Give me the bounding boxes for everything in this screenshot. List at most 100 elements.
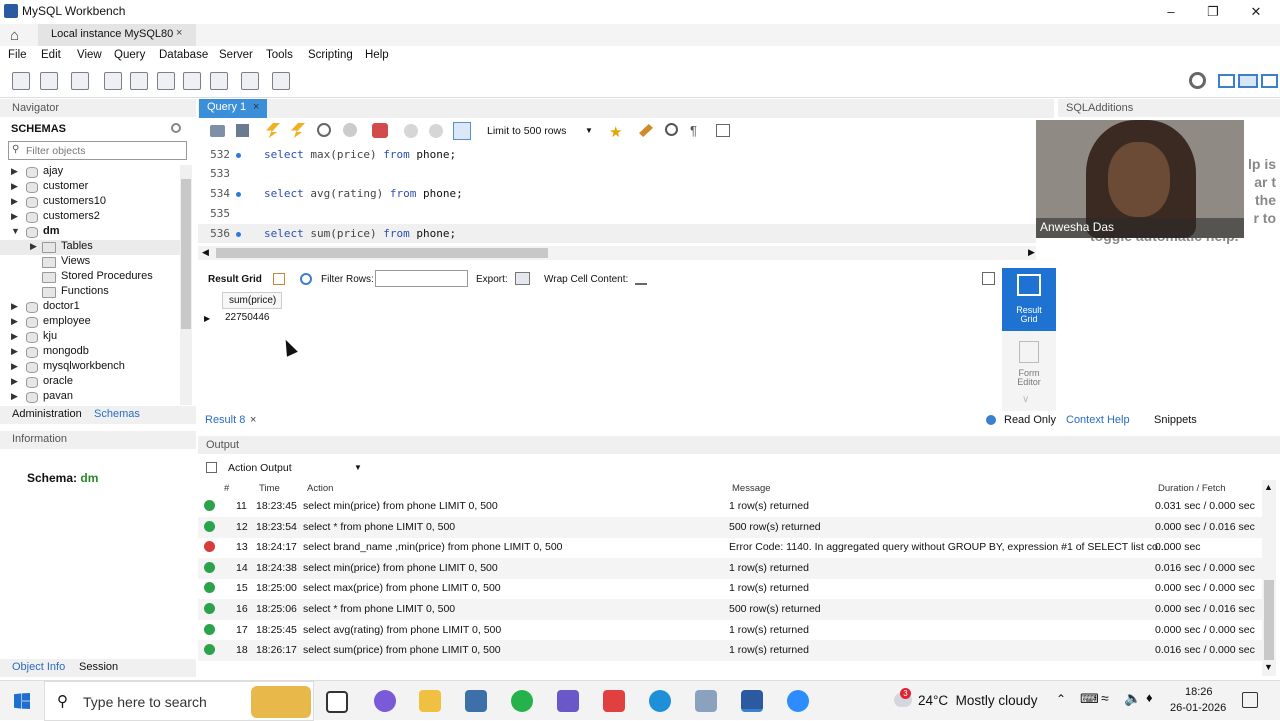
toggle-sidebar-icon[interactable] xyxy=(1218,74,1235,88)
expand-arrow-icon[interactable]: ▶ xyxy=(30,241,37,252)
refresh-icon[interactable] xyxy=(300,273,312,285)
task-view-icon[interactable] xyxy=(326,691,348,713)
execute-icon[interactable] xyxy=(266,123,280,138)
create-view-icon[interactable] xyxy=(157,72,175,90)
workbench-active-icon[interactable] xyxy=(741,690,763,712)
result-grid-button[interactable]: Result Grid xyxy=(1002,268,1056,331)
tab-session[interactable]: Session xyxy=(79,661,118,673)
schema-mongodb[interactable]: ▶ mongodb xyxy=(0,345,180,360)
filter-objects-field[interactable]: ⚲ Filter objects xyxy=(8,141,187,160)
column-header[interactable]: sum(price) xyxy=(222,292,282,309)
menu-edit[interactable]: Edit xyxy=(41,49,61,61)
bookmark-star-icon[interactable]: ★ xyxy=(609,123,622,141)
expand-arrow-icon[interactable]: ▶ xyxy=(11,166,18,177)
expand-arrow-icon[interactable]: ▶ xyxy=(11,196,18,207)
output-row[interactable]: 11 18:23:45 select min(price) from phone L… xyxy=(198,496,1264,517)
editor-horizontal-scrollbar[interactable]: ◀ ▶ xyxy=(198,246,1036,260)
schema-customers10[interactable]: ▶ customers10 xyxy=(0,195,180,210)
create-function-icon[interactable] xyxy=(210,72,228,90)
form-editor-button[interactable]: Form Editor xyxy=(1002,338,1056,390)
zoom-icon[interactable] xyxy=(787,690,809,712)
expand-arrow-icon[interactable]: ▶ xyxy=(11,331,18,342)
schema-mysqlworkbench[interactable]: ▶ mysqlworkbench xyxy=(0,360,180,375)
result-tab[interactable]: Result 8 xyxy=(205,414,245,426)
output-row[interactable]: 12 18:23:54 select * from phone LIMIT 0, 5… xyxy=(198,516,1264,538)
output-mode-select[interactable]: Action Output ▼ xyxy=(224,460,364,476)
output-row[interactable]: 17 18:25:45 select avg(rating) from phone … xyxy=(198,620,1264,641)
notepad-icon[interactable] xyxy=(557,690,579,712)
wrap-cell-icon[interactable] xyxy=(635,273,647,285)
connection-tab[interactable]: Local instance MySQL80 × xyxy=(38,24,196,46)
toggle-secondary-sidebar-icon[interactable] xyxy=(1261,74,1278,88)
new-sql-tab-icon[interactable] xyxy=(12,72,30,90)
open-folder-icon[interactable] xyxy=(210,125,225,137)
schema-dm-views[interactable]: Views xyxy=(0,255,180,270)
expand-arrow-icon[interactable]: ▶ xyxy=(11,361,18,372)
expand-arrow-icon[interactable]: ▶ xyxy=(11,346,18,357)
execute-current-icon[interactable] xyxy=(291,123,305,138)
expand-arrow-icon[interactable]: ▶ xyxy=(11,301,18,312)
windows-start-icon[interactable] xyxy=(14,693,30,709)
schema-dm[interactable]: ▼ dm xyxy=(0,225,180,240)
menu-query[interactable]: Query xyxy=(114,49,145,61)
refresh-schemas-icon[interactable] xyxy=(171,123,181,133)
schema-ajay[interactable]: ▶ ajay xyxy=(0,165,180,180)
toggle-error-icon[interactable] xyxy=(372,123,388,138)
close-icon[interactable]: × xyxy=(253,101,259,113)
schema-tree-scrollbar[interactable] xyxy=(180,165,192,405)
copilot-icon[interactable] xyxy=(374,690,396,712)
schema-employee[interactable]: ▶ employee xyxy=(0,315,180,330)
explain-icon[interactable] xyxy=(317,123,331,137)
menu-view[interactable]: View xyxy=(77,49,102,61)
save-icon[interactable] xyxy=(236,124,249,137)
show-hidden-icons-icon[interactable]: ⌃ xyxy=(1056,692,1066,706)
limit-rows-select[interactable]: Limit to 500 rows ▼ xyxy=(483,124,595,140)
close-window-button[interactable]: ✕ xyxy=(1235,0,1277,24)
query-tab[interactable]: Query 1 × xyxy=(199,99,267,118)
close-icon[interactable]: × xyxy=(176,27,182,39)
output-scrollbar[interactable]: ▲ ▼ xyxy=(1262,480,1276,676)
tab-administration[interactable]: Administration xyxy=(12,408,82,420)
mysql-workbench-taskbar-icon[interactable] xyxy=(465,690,487,712)
expand-arrow-icon[interactable]: ▶ xyxy=(11,391,18,402)
menu-scripting[interactable]: Scripting xyxy=(308,49,353,61)
tab-snippets[interactable]: Snippets xyxy=(1154,414,1197,426)
edge-icon[interactable] xyxy=(649,690,671,712)
output-row[interactable]: 16 18:25:06 select * from phone LIMIT 0, 5… xyxy=(198,599,1264,620)
open-sql-file-icon[interactable] xyxy=(40,72,58,90)
scroll-up-icon[interactable]: ▲ xyxy=(1264,482,1273,492)
notifications-icon[interactable] xyxy=(1242,692,1258,708)
menu-database[interactable]: Database xyxy=(159,49,208,61)
rollback-icon[interactable] xyxy=(429,124,443,138)
expand-arrow-icon[interactable]: ▶ xyxy=(11,316,18,327)
network-icon[interactable]: ⌨ xyxy=(1080,691,1099,707)
schema-dm-tables[interactable]: ▶ Tables xyxy=(0,240,180,255)
taskbar-search-field[interactable]: ⚲ Type here to search xyxy=(44,681,314,721)
schema-dm-functions[interactable]: Functions xyxy=(0,285,180,300)
schema-pavan[interactable]: ▶ pavan xyxy=(0,390,180,405)
sql-editor[interactable]: 532 select max(price) from phone; 533 53… xyxy=(198,146,1036,244)
create-procedure-icon[interactable] xyxy=(183,72,201,90)
more-chevron-icon[interactable]: ∨ xyxy=(1022,394,1029,405)
restore-button[interactable]: ❐ xyxy=(1192,0,1234,24)
expand-arrow-icon[interactable]: ▶ xyxy=(11,181,18,192)
autocommit-icon[interactable] xyxy=(453,122,471,140)
export-icon[interactable] xyxy=(515,272,530,285)
filter-rows-input[interactable] xyxy=(375,270,468,287)
clock-date[interactable]: 26-01-2026 xyxy=(1170,702,1226,714)
wifi-icon[interactable]: ≈ xyxy=(1101,690,1109,706)
output-row[interactable]: 14 18:24:38 select min(price) from phone L… xyxy=(198,557,1264,579)
reconnect-icon[interactable] xyxy=(272,72,290,90)
expand-arrow-icon[interactable]: ▶ xyxy=(11,211,18,222)
find-icon[interactable] xyxy=(665,123,678,136)
commit-icon[interactable] xyxy=(404,124,418,138)
scroll-down-icon[interactable]: ▼ xyxy=(1264,662,1273,672)
weather-text[interactable]: 24°C Mostly cloudy xyxy=(918,693,1037,708)
grid-layout-icon[interactable] xyxy=(273,273,285,285)
menu-help[interactable]: Help xyxy=(365,49,389,61)
tab-context-help[interactable]: Context Help xyxy=(1066,414,1130,426)
output-row[interactable]: 18 18:26:17 select sum(price) from phone L… xyxy=(198,640,1264,662)
language-icon[interactable]: ♦ xyxy=(1146,690,1153,705)
clock-time[interactable]: 18:26 xyxy=(1185,686,1213,698)
collapse-arrow-icon[interactable]: ▼ xyxy=(11,226,20,236)
